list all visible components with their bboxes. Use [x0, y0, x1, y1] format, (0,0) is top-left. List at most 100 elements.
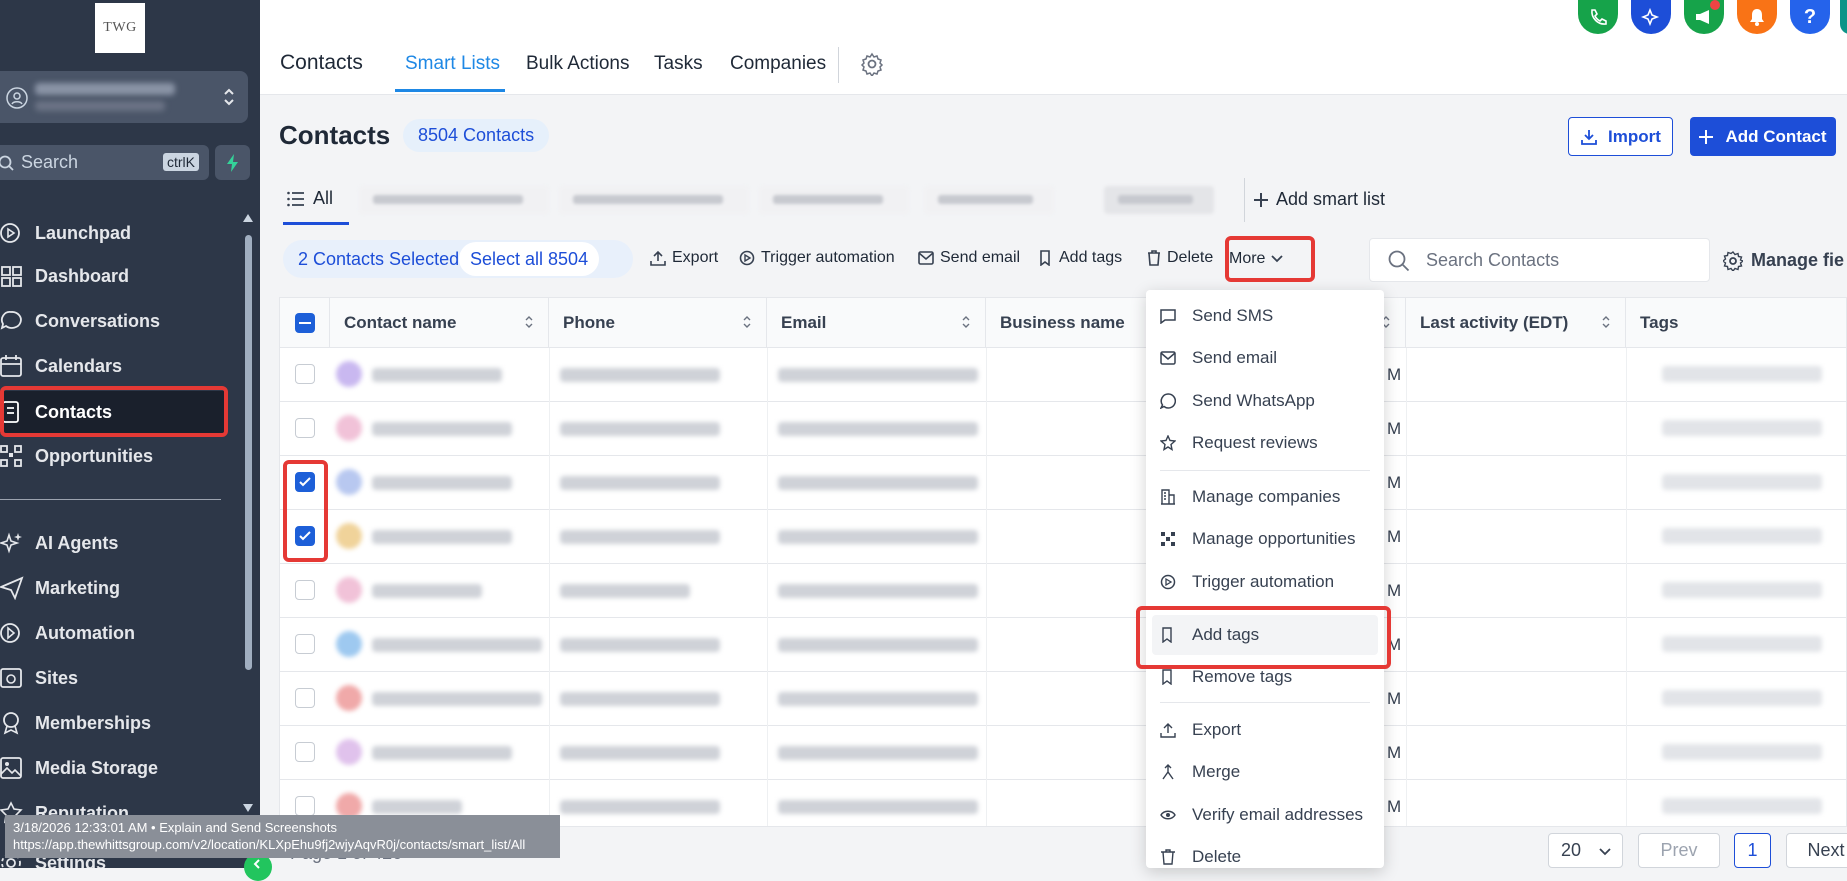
search-contacts-input[interactable]: Search Contacts — [1369, 238, 1710, 282]
contact-name-blurred[interactable] — [372, 692, 542, 706]
export-action[interactable]: Export — [650, 249, 718, 267]
sidebar-item-conversations[interactable]: Conversations — [0, 301, 225, 341]
automation-icon — [0, 623, 20, 643]
column-contact-name[interactable]: Contact name — [330, 298, 549, 348]
notifications-button[interactable] — [1737, 0, 1777, 34]
sidebar-search[interactable]: Search ctrlK — [0, 145, 209, 180]
table-row[interactable]: M — [280, 672, 1846, 726]
menu-item-delete[interactable]: Delete — [1146, 837, 1384, 877]
sidebar-item-memberships[interactable]: Memberships — [0, 703, 225, 743]
column-phone[interactable]: Phone — [549, 298, 767, 348]
tab-tasks[interactable]: Tasks — [654, 53, 703, 75]
table-row[interactable]: M — [280, 348, 1846, 402]
table-row[interactable]: M — [280, 456, 1846, 510]
sidebar-item-media-storage[interactable]: Media Storage — [0, 748, 225, 788]
announcements-button[interactable] — [1684, 0, 1724, 34]
row-checkbox[interactable] — [295, 418, 315, 438]
sidebar-item-ai-agents[interactable]: AI Agents — [0, 523, 225, 563]
contact-name-blurred[interactable] — [372, 638, 542, 652]
menu-item-merge[interactable]: Merge — [1146, 752, 1384, 792]
smart-list-tab-blurred[interactable] — [359, 186, 549, 214]
menu-item-verify-email[interactable]: Verify email addresses — [1146, 795, 1384, 835]
smart-list-tab-blurred[interactable] — [559, 186, 749, 214]
menu-item-manage-companies[interactable]: Manage companies — [1146, 477, 1384, 517]
menu-item-send-whatsapp[interactable]: Send WhatsApp — [1146, 381, 1384, 421]
sidebar-item-opportunities[interactable]: Opportunities — [0, 436, 225, 476]
manage-fields-button[interactable]: Manage fie — [1723, 250, 1844, 271]
quick-action-button[interactable] — [215, 145, 250, 180]
menu-item-export[interactable]: Export — [1146, 710, 1384, 750]
contact-name-blurred[interactable] — [372, 746, 512, 760]
page-number-current[interactable]: 1 — [1734, 833, 1771, 868]
tab-bulk-actions[interactable]: Bulk Actions — [526, 53, 630, 75]
screenshot-tooltip: 3/18/2026 12:33:01 AM • Explain and Send… — [5, 815, 560, 858]
scroll-up-icon[interactable] — [243, 214, 253, 222]
add-contact-button[interactable]: Add Contact — [1690, 117, 1836, 156]
row-checkbox[interactable] — [295, 580, 315, 600]
company-logo[interactable]: TWG — [95, 3, 145, 53]
select-all-button[interactable]: Select all 8504 — [459, 242, 600, 276]
row-checkbox[interactable] — [295, 796, 315, 816]
import-button[interactable]: Import — [1568, 117, 1673, 156]
send-email-action[interactable]: Send email — [918, 249, 1020, 267]
column-email[interactable]: Email — [767, 298, 986, 348]
ai-assistant-button[interactable] — [1631, 0, 1671, 34]
contact-name-blurred[interactable] — [372, 422, 512, 436]
tab-smart-lists[interactable]: Smart Lists — [405, 53, 500, 75]
ai-sparkle-icon — [1641, 7, 1660, 27]
settings-gear-icon[interactable] — [860, 52, 884, 76]
tab-contacts[interactable]: Contacts — [280, 51, 363, 75]
row-checkbox[interactable] — [295, 634, 315, 654]
row-checkbox[interactable] — [295, 742, 315, 762]
sidebar-item-marketing[interactable]: Marketing — [0, 568, 225, 608]
table-row[interactable]: M — [280, 402, 1846, 456]
sidebar-item-launchpad[interactable]: Launchpad — [0, 213, 225, 253]
sidebar-item-automation[interactable]: Automation — [0, 613, 225, 653]
menu-item-manage-opportunities[interactable]: Manage opportunities — [1146, 519, 1384, 559]
sidebar-item-dashboard[interactable]: Dashboard — [0, 256, 225, 296]
table-row[interactable]: M — [280, 510, 1846, 564]
tab-companies[interactable]: Companies — [730, 53, 826, 75]
smart-list-all[interactable]: All — [287, 188, 333, 209]
trigger-automation-action[interactable]: Trigger automation — [739, 249, 895, 267]
select-all-checkbox[interactable] — [295, 313, 315, 333]
email-blurred — [778, 584, 978, 598]
sidebar-item-label: Memberships — [35, 712, 152, 733]
smart-list-tab-blurred[interactable] — [759, 186, 909, 214]
prev-page-button[interactable]: Prev — [1638, 833, 1720, 868]
sidebar-item-sites[interactable]: Sites — [0, 658, 225, 698]
add-smart-list-button[interactable]: Add smart list — [1254, 189, 1385, 210]
smart-list-tab-blurred[interactable] — [924, 186, 1054, 214]
table-row[interactable]: M — [280, 564, 1846, 618]
row-checkbox[interactable] — [295, 364, 315, 384]
row-checkbox[interactable] — [295, 688, 315, 708]
menu-item-send-email[interactable]: Send email — [1146, 338, 1384, 378]
table-row[interactable]: M — [280, 618, 1846, 672]
automation-icon — [1160, 574, 1176, 590]
menu-item-send-sms[interactable]: Send SMS — [1146, 296, 1384, 336]
contact-name-blurred[interactable] — [372, 530, 512, 544]
menu-item-request-reviews[interactable]: Request reviews — [1146, 423, 1384, 463]
avatar-partial[interactable] — [1840, 0, 1847, 34]
column-last-activity[interactable]: Last activity (EDT) — [1406, 298, 1626, 348]
table-row[interactable]: M — [280, 726, 1846, 780]
scroll-down-icon[interactable] — [243, 804, 253, 812]
contact-name-blurred[interactable] — [372, 368, 502, 382]
sidebar-scrollbar[interactable] — [242, 210, 254, 812]
contact-name-blurred[interactable] — [372, 584, 482, 598]
account-switcher[interactable] — [0, 71, 248, 123]
building-icon — [1161, 489, 1175, 505]
page-size-select[interactable]: 20 — [1548, 833, 1623, 868]
add-tags-action[interactable]: Add tags — [1039, 249, 1122, 267]
column-tags[interactable]: Tags — [1626, 298, 1846, 348]
scrollbar-thumb[interactable] — [245, 235, 252, 670]
menu-item-trigger-automation[interactable]: Trigger automation — [1146, 562, 1384, 602]
sidebar-item-calendars[interactable]: Calendars — [0, 346, 225, 386]
contact-name-blurred[interactable] — [372, 476, 512, 490]
contact-name-blurred[interactable] — [372, 800, 462, 814]
delete-action[interactable]: Delete — [1147, 249, 1213, 267]
help-button[interactable]: ? — [1790, 0, 1830, 34]
next-page-button[interactable]: Next — [1786, 833, 1847, 868]
phone-button[interactable] — [1578, 0, 1618, 34]
smart-list-tab-blurred[interactable] — [1104, 186, 1214, 214]
